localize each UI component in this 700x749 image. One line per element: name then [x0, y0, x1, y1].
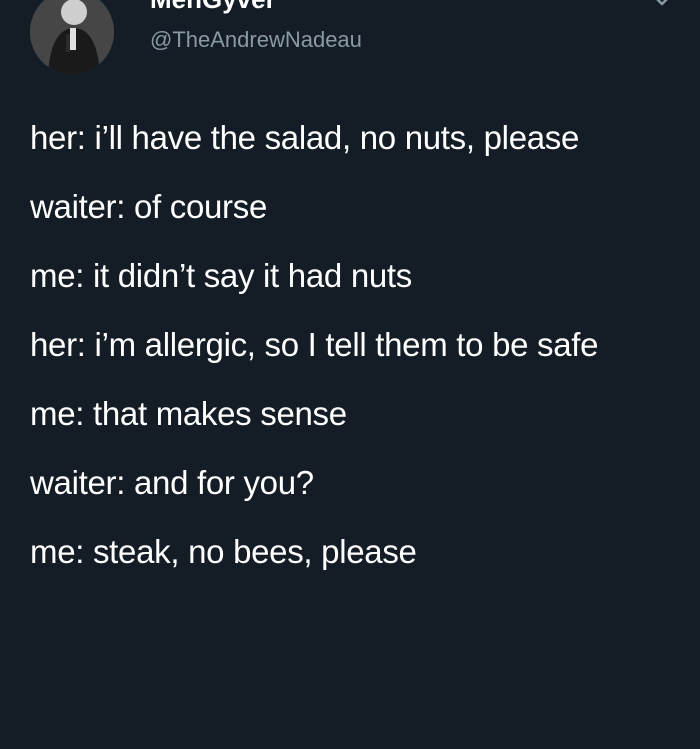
tweet-line: me: that makes sense	[30, 395, 347, 432]
tweet-line: me: steak, no bees, please	[30, 533, 417, 570]
tweet-line: me: it didn’t say it had nuts	[30, 257, 412, 294]
display-name[interactable]: MenGyver	[150, 0, 276, 15]
tweet-line: her: i’ll have the salad, no nuts, pleas…	[30, 119, 580, 156]
avatar[interactable]	[30, 0, 114, 74]
tweet-text: her: i’ll have the salad, no nuts, pleas…	[30, 113, 680, 596]
chevron-down-icon[interactable]	[648, 0, 676, 14]
tweet-line: waiter: and for you?	[30, 464, 314, 501]
profile-photo-icon	[30, 0, 114, 74]
tweet-line: her: i’m allergic, so I tell them to be …	[30, 326, 599, 363]
tweet-header: MenGyver @TheAndrewNadeau	[0, 0, 700, 80]
tweet-line: waiter: of course	[30, 188, 268, 225]
user-handle[interactable]: @TheAndrewNadeau	[150, 27, 362, 53]
